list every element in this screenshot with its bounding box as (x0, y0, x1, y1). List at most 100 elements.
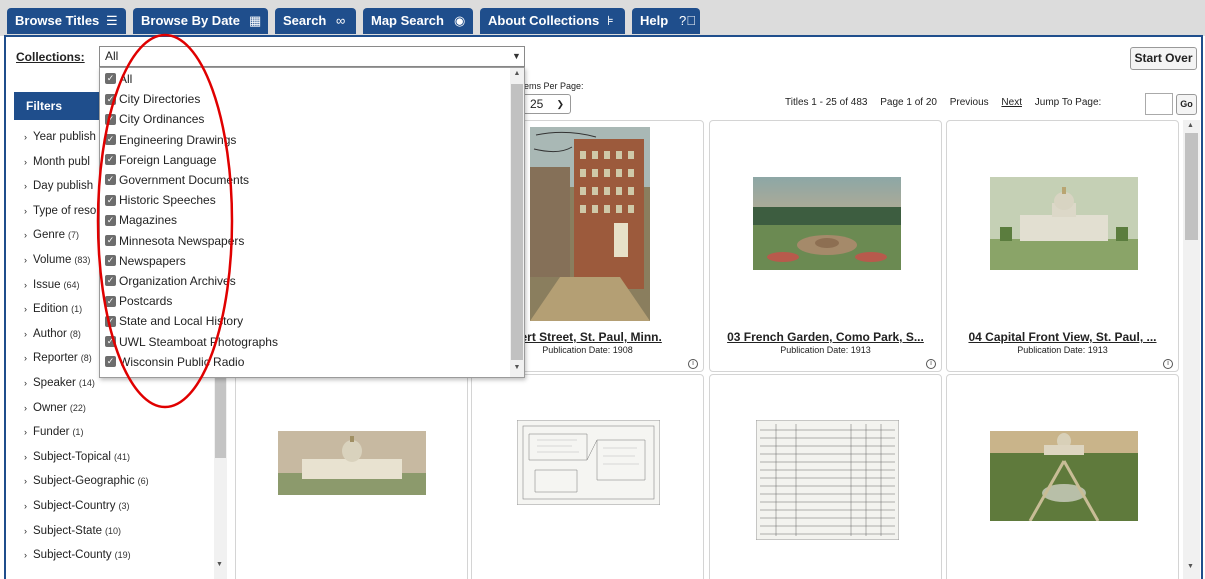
checkbox-checked-icon[interactable]: ✓ (105, 73, 116, 85)
collection-option[interactable]: ✓ All (105, 69, 132, 89)
filter-item[interactable]: › Day publish (24, 180, 96, 192)
engineering-drawing-image[interactable] (517, 420, 660, 505)
start-over-button[interactable]: Start Over (1130, 47, 1197, 70)
collection-option[interactable]: ✓ Organization Archives (105, 271, 236, 291)
result-card[interactable] (709, 374, 942, 579)
checkbox-checked-icon[interactable]: ✓ (105, 154, 116, 166)
collection-option-label: State and Local History (119, 314, 244, 329)
card-date: Publication Date: 1913 (1017, 345, 1108, 355)
result-card[interactable] (235, 374, 468, 579)
card-title[interactable]: 03 French Garden, Como Park, S... (710, 330, 941, 344)
tab-label: Search (283, 13, 327, 28)
tab-search[interactable]: Search ∞ (275, 8, 356, 34)
tab-help[interactable]: Help ?⃝ (632, 8, 700, 34)
scroll-up-arrow-icon[interactable]: ▲ (1187, 122, 1194, 129)
filter-item[interactable]: › Month publ (24, 156, 93, 168)
filter-item[interactable]: › Speaker (14) (24, 377, 95, 389)
checkbox-checked-icon[interactable]: ✓ (105, 315, 116, 327)
scroll-up-arrow-icon[interactable]: ▲ (510, 70, 524, 77)
chevron-right-icon: › (24, 279, 27, 290)
info-icon[interactable]: i (688, 359, 698, 369)
filter-item[interactable]: › Genre (7) (24, 229, 79, 241)
collection-option[interactable]: ✓ Government Documents (105, 170, 249, 190)
info-icon[interactable]: i (1163, 359, 1173, 369)
result-card[interactable] (471, 374, 704, 579)
result-card[interactable] (946, 374, 1179, 579)
dropdown-scroll-thumb[interactable] (511, 84, 523, 360)
chevron-right-icon: › (24, 476, 27, 487)
document-image[interactable] (756, 420, 899, 540)
filter-item[interactable]: › Type of reso (24, 205, 99, 217)
collection-option[interactable]: ✓ Minnesota Newspapers (105, 231, 244, 251)
checkbox-checked-icon[interactable]: ✓ (105, 234, 116, 246)
filter-count: (22) (69, 402, 86, 413)
chevron-down-icon[interactable]: ▼ (509, 47, 524, 66)
collections-select[interactable]: All (99, 46, 525, 67)
filter-item[interactable]: › Volume (83) (24, 254, 90, 266)
info-icon[interactable]: i (926, 359, 936, 369)
filter-item[interactable]: › Funder (1) (24, 426, 83, 438)
filter-count: (1) (72, 427, 84, 438)
tab-browse-by-date[interactable]: Browse By Date ▦ (133, 8, 268, 34)
checkbox-checked-icon[interactable]: ✓ (105, 356, 116, 368)
tab-about-collections[interactable]: About Collections ⊧ (480, 8, 625, 34)
postcard-image-capitol-gardens[interactable] (990, 431, 1138, 521)
filter-item[interactable]: › Author (8) (24, 328, 81, 340)
filter-item[interactable]: › Subject-State (10) (24, 525, 121, 537)
calendar-icon: ▦ (249, 13, 262, 28)
collection-option[interactable]: ✓ Newspapers (105, 251, 186, 271)
items-per-page-select[interactable]: 25 ❯ (519, 94, 571, 114)
filter-item[interactable]: › Subject-Geographic (6) (24, 475, 149, 487)
checkbox-checked-icon[interactable]: ✓ (105, 93, 116, 105)
filter-item[interactable]: › Subject-Topical (41) (24, 451, 130, 463)
filter-item[interactable]: › Subject-County (19) (24, 549, 131, 561)
tab-label: Map Search (371, 13, 444, 28)
go-button[interactable]: Go (1176, 94, 1197, 115)
checkbox-checked-icon[interactable]: ✓ (105, 335, 116, 347)
checkbox-checked-icon[interactable]: ✓ (105, 295, 116, 307)
results-scroll-thumb[interactable] (1185, 133, 1198, 240)
next-link[interactable]: Next (1001, 97, 1022, 108)
filter-item[interactable]: › Reporter (8) (24, 352, 92, 364)
checkbox-checked-icon[interactable]: ✓ (105, 275, 116, 287)
items-per-page-value: 25 (530, 97, 544, 111)
checkbox-checked-icon[interactable]: ✓ (105, 194, 116, 206)
tab-browse-titles[interactable]: Browse Titles ☰ (7, 8, 126, 34)
previous-link[interactable]: Previous (950, 97, 989, 108)
filter-item[interactable]: › Edition (1) (24, 303, 82, 315)
result-card[interactable]: 03 French Garden, Como Park, S... Public… (709, 120, 942, 372)
postcard-image-garden[interactable] (753, 177, 901, 270)
checkbox-checked-icon[interactable]: ✓ (105, 133, 116, 145)
checkbox-checked-icon[interactable]: ✓ (105, 214, 116, 226)
collection-option[interactable]: ✓ Postcards (105, 291, 172, 311)
filter-label: Genre (33, 229, 65, 242)
checkbox-checked-icon[interactable]: ✓ (105, 255, 116, 267)
filter-item[interactable]: › Year publish (24, 131, 99, 143)
scroll-down-arrow-icon[interactable]: ▼ (216, 561, 223, 568)
scroll-down-arrow-icon[interactable]: ▼ (1187, 563, 1194, 570)
postcard-image-street[interactable] (530, 127, 650, 321)
collection-option[interactable]: ✓ Wisconsin Public Radio (105, 352, 244, 372)
scroll-down-arrow-icon[interactable]: ▼ (510, 364, 524, 371)
collection-option[interactable]: ✓ Magazines (105, 210, 177, 230)
collection-option[interactable]: ✓ UWL Steamboat Photographs (105, 332, 278, 352)
collection-option[interactable]: ✓ City Ordinances (105, 109, 204, 129)
collection-option[interactable]: ✓ State and Local History (105, 311, 243, 331)
collection-option[interactable]: ✓ Historic Speeches (105, 190, 216, 210)
collection-option[interactable]: ✓ Engineering Drawings (105, 130, 236, 150)
filter-item[interactable]: › Owner (22) (24, 402, 86, 414)
filter-item[interactable]: › Issue (64) (24, 279, 80, 291)
dropdown-scrollbar[interactable]: ▲ ▼ (510, 68, 524, 377)
collection-option[interactable]: ✓ Foreign Language (105, 150, 216, 170)
collection-option[interactable]: ✓ City Directories (105, 89, 200, 109)
jump-to-page-input[interactable] (1145, 93, 1173, 115)
chevron-right-icon: › (24, 501, 27, 511)
card-title[interactable]: 04 Capital Front View, St. Paul, ... (947, 330, 1178, 344)
checkbox-checked-icon[interactable]: ✓ (105, 113, 116, 125)
result-card[interactable]: 04 Capital Front View, St. Paul, ... Pub… (946, 120, 1179, 372)
postcard-image-capitol-building[interactable] (278, 431, 426, 495)
checkbox-checked-icon[interactable]: ✓ (105, 174, 116, 186)
filter-item[interactable]: › Subject-Country (3) (24, 500, 129, 512)
tab-map-search[interactable]: Map Search ◉ (363, 8, 473, 34)
postcard-image-capitol[interactable] (990, 177, 1138, 270)
